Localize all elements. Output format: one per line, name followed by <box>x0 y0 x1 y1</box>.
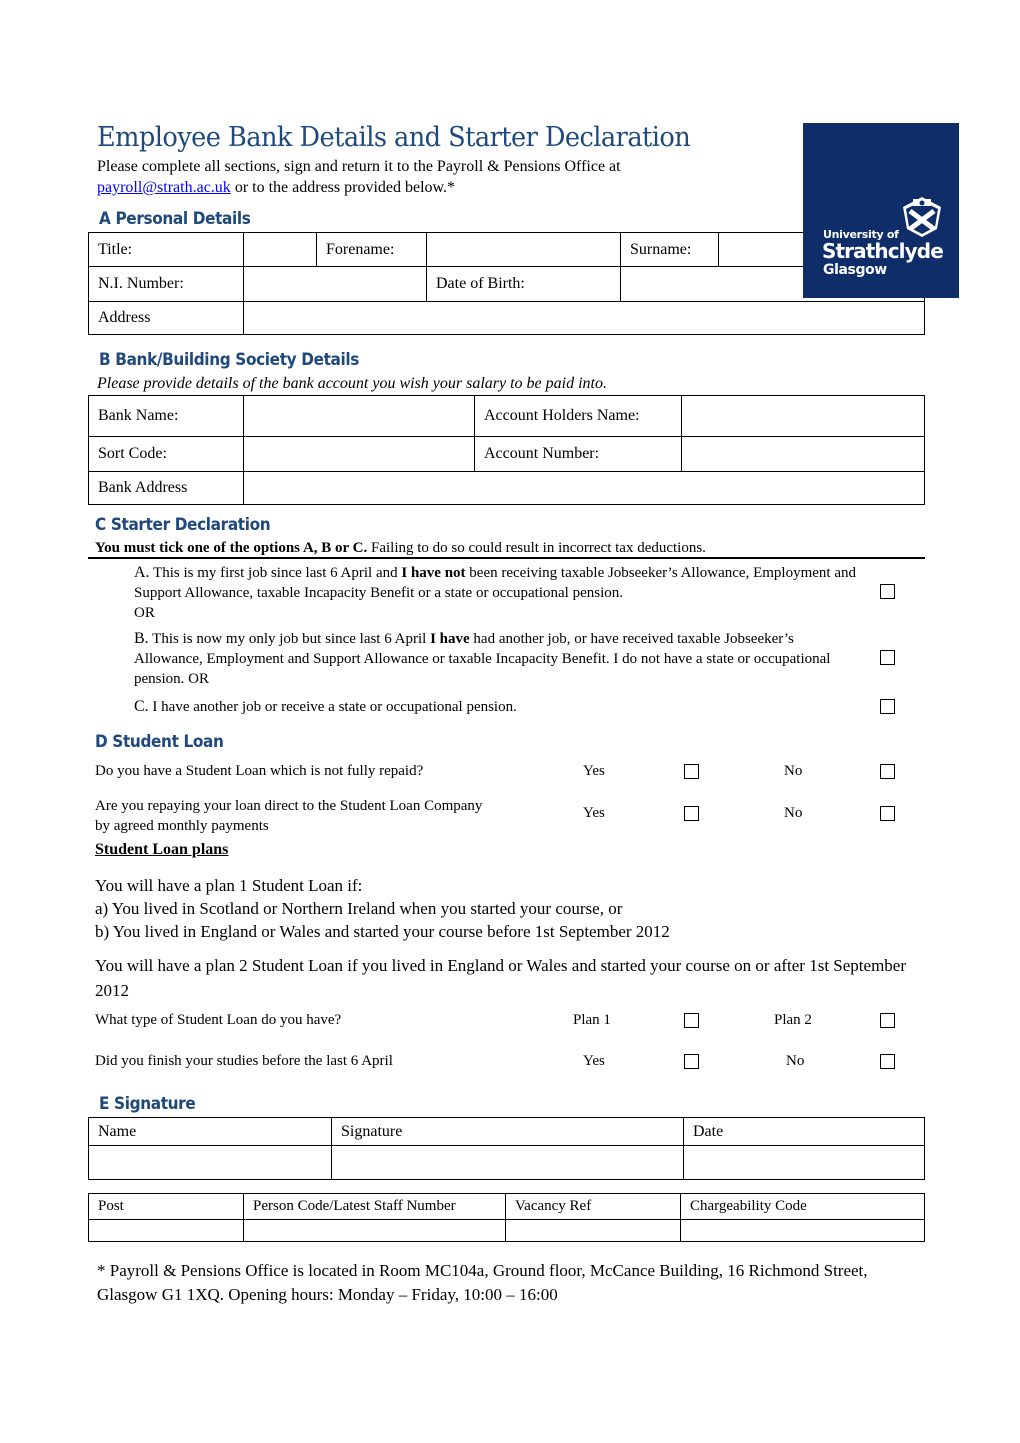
name-header: Name <box>88 1117 332 1146</box>
date-header: Date <box>683 1117 925 1146</box>
option-c-checkbox[interactable] <box>880 699 895 714</box>
loan-q1-yes-checkbox[interactable] <box>684 764 699 779</box>
section-d-heading: D Student Loan <box>95 732 224 752</box>
ni-number-label: N.I. Number: <box>88 266 244 302</box>
loan-q2-yes-label: Yes <box>583 805 605 821</box>
bank-details-table: Bank Name: Account Holders Name: Sort Co… <box>88 395 925 505</box>
bank-address-field[interactable] <box>243 471 925 505</box>
crest-icon <box>903 197 941 237</box>
signature-header: Signature <box>331 1117 684 1146</box>
page-title: Employee Bank Details and Starter Declar… <box>97 122 691 153</box>
title-field[interactable] <box>243 232 317 267</box>
option-c: C. I have another job or receive a state… <box>134 698 517 715</box>
option-a-checkbox[interactable] <box>880 584 895 599</box>
vacancy-ref-header: Vacancy Ref <box>505 1193 681 1220</box>
loan-q1-no-checkbox[interactable] <box>880 764 895 779</box>
plan2-label: Plan 2 <box>774 1012 812 1028</box>
dob-label: Date of Birth: <box>426 266 621 302</box>
loan-q2-no-label: No <box>784 805 803 821</box>
personal-details-table: Title: Forename: Surname: N.I. Number: D… <box>88 232 925 335</box>
plan1-description: You will have a plan 1 Student Loan if: … <box>95 876 670 941</box>
option-b: B. This is now my only job but since las… <box>134 630 831 687</box>
logo-line2: Strathclyde <box>822 239 944 263</box>
instruction-bold: You must tick one of the options A, B or… <box>95 540 368 556</box>
plan1-checkbox[interactable] <box>684 1013 699 1028</box>
person-code-header: Person Code/Latest Staff Number <box>243 1193 506 1220</box>
intro-line1: Please complete all sections, sign and r… <box>97 158 621 175</box>
intro-text: Please complete all sections, sign and r… <box>97 156 797 198</box>
loan-q1-yes-label: Yes <box>583 763 605 779</box>
plan2-description: You will have a plan 2 Student Loan if y… <box>95 956 906 1000</box>
signature-field[interactable] <box>331 1145 684 1180</box>
loan-q2-yes-checkbox[interactable] <box>684 806 699 821</box>
finish-yes-checkbox[interactable] <box>684 1054 699 1069</box>
option-b-checkbox[interactable] <box>880 650 895 665</box>
payroll-email-link[interactable]: payroll@strath.ac.uk <box>97 179 231 196</box>
office-use-table: Post Person Code/Latest Staff Number Vac… <box>88 1193 925 1242</box>
name-field[interactable] <box>88 1145 332 1180</box>
sort-code-label: Sort Code: <box>88 436 244 472</box>
intro-line2: or to the address provided below.* <box>230 179 456 196</box>
option-a: A. This is my first job since last 6 Apr… <box>134 564 856 621</box>
post-header: Post <box>88 1193 244 1220</box>
bank-address-label: Bank Address <box>88 471 244 505</box>
section-b-subtitle: Please provide details of the bank accou… <box>97 375 607 392</box>
logo-line3: Glasgow <box>823 262 887 278</box>
section-b-heading: B Bank/Building Society Details <box>99 350 360 370</box>
ni-number-field[interactable] <box>243 266 427 302</box>
date-field[interactable] <box>683 1145 925 1180</box>
post-field[interactable] <box>88 1219 244 1242</box>
finish-no-label: No <box>786 1053 805 1069</box>
student-loan-plans-heading: Student Loan plans <box>95 841 229 858</box>
section-c-instruction: You must tick one of the options A, B or… <box>95 540 706 557</box>
signature-table: Name Signature Date <box>88 1117 925 1180</box>
finish-yes-label: Yes <box>583 1053 605 1069</box>
account-holders-name-field[interactable] <box>681 395 925 437</box>
loan-q1-no-label: No <box>784 763 803 779</box>
section-e-heading: E Signature <box>99 1094 196 1114</box>
bank-name-label: Bank Name: <box>88 395 244 437</box>
sort-code-field[interactable] <box>243 436 475 472</box>
vacancy-ref-field[interactable] <box>505 1219 681 1242</box>
title-label: Title: <box>88 232 244 267</box>
loan-type-question: What type of Student Loan do you have? <box>95 1012 342 1028</box>
loan-question-1: Do you have a Student Loan which is not … <box>95 763 424 779</box>
instruction-rest: Failing to do so could result in incorre… <box>367 540 706 556</box>
account-number-label: Account Number: <box>474 436 682 472</box>
plan1-label: Plan 1 <box>573 1012 611 1028</box>
account-number-field[interactable] <box>681 436 925 472</box>
forename-label: Forename: <box>316 232 427 267</box>
loan-question-2: Are you repaying your loan direct to the… <box>95 798 483 834</box>
office-location-note: * Payroll & Pensions Office is located i… <box>97 1261 868 1304</box>
bank-name-field[interactable] <box>243 395 475 437</box>
finish-no-checkbox[interactable] <box>880 1054 895 1069</box>
plan2-checkbox[interactable] <box>880 1013 895 1028</box>
address-label: Address <box>88 301 244 335</box>
chargeability-code-field[interactable] <box>680 1219 925 1242</box>
surname-label: Surname: <box>620 232 719 267</box>
forename-field[interactable] <box>426 232 621 267</box>
finish-studies-question: Did you finish your studies before the l… <box>95 1053 393 1069</box>
section-c-heading: C Starter Declaration <box>95 515 271 535</box>
account-holders-name-label: Account Holders Name: <box>474 395 682 437</box>
university-logo: University of Strathclyde Glasgow <box>803 123 959 298</box>
section-c-divider <box>88 557 925 559</box>
address-field[interactable] <box>243 301 925 335</box>
person-code-field[interactable] <box>243 1219 506 1242</box>
loan-q2-no-checkbox[interactable] <box>880 806 895 821</box>
chargeability-code-header: Chargeability Code <box>680 1193 925 1220</box>
section-a-heading: A Personal Details <box>99 209 251 229</box>
